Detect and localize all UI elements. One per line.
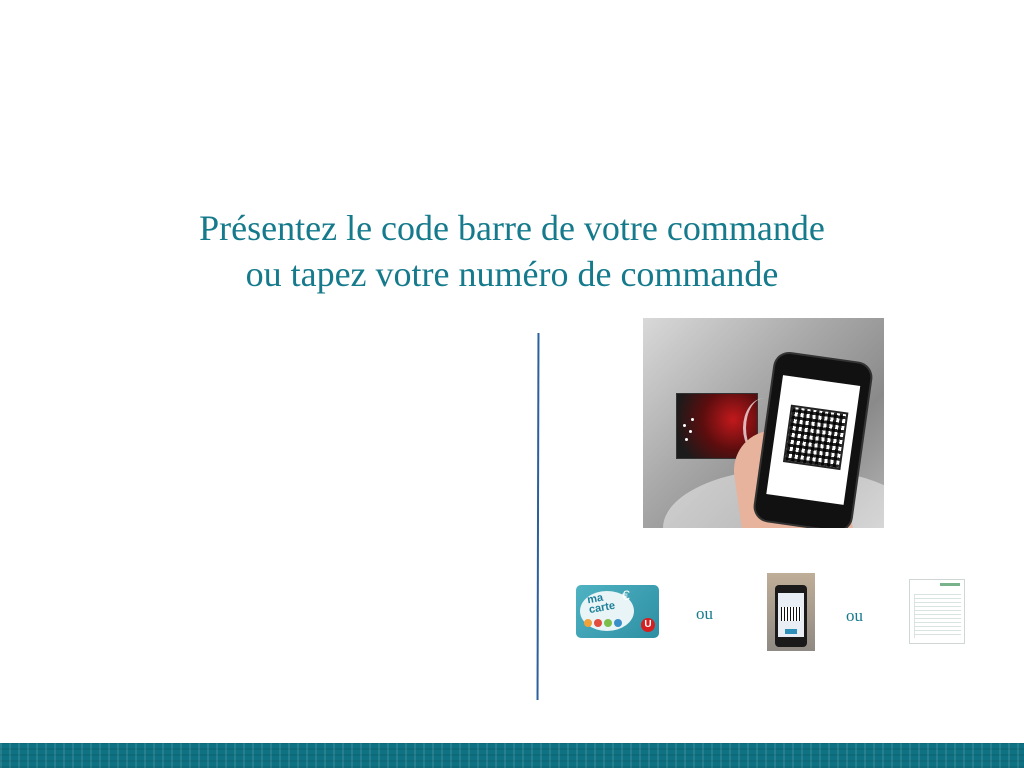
mobile-barcode-icon[interactable] [767, 573, 815, 651]
euro-icon: € [622, 587, 630, 603]
kiosk-screen: Présentez le code barre de votre command… [0, 0, 1024, 768]
loyalty-card-icon[interactable]: ma carte € U [576, 585, 659, 638]
phone-screen [766, 375, 861, 505]
card-dots [584, 619, 622, 627]
qr-scan-illustration [643, 318, 884, 528]
barcode-icon [781, 607, 801, 621]
brand-logo: U [641, 618, 655, 632]
title-line-2: ou tapez votre numéro de commande [245, 254, 779, 294]
card-text: ma carte [586, 591, 617, 617]
qr-code-icon [782, 404, 849, 471]
footer-band [0, 743, 1024, 768]
page-title: Présentez le code barre de votre command… [0, 205, 1024, 297]
title-line-1: Présentez le code barre de votre command… [199, 208, 825, 248]
separator-ou-1: ou [696, 604, 713, 623]
order-receipt-icon[interactable] [909, 579, 965, 644]
separator-ou-2: ou [846, 606, 863, 625]
vertical-divider [536, 333, 540, 700]
